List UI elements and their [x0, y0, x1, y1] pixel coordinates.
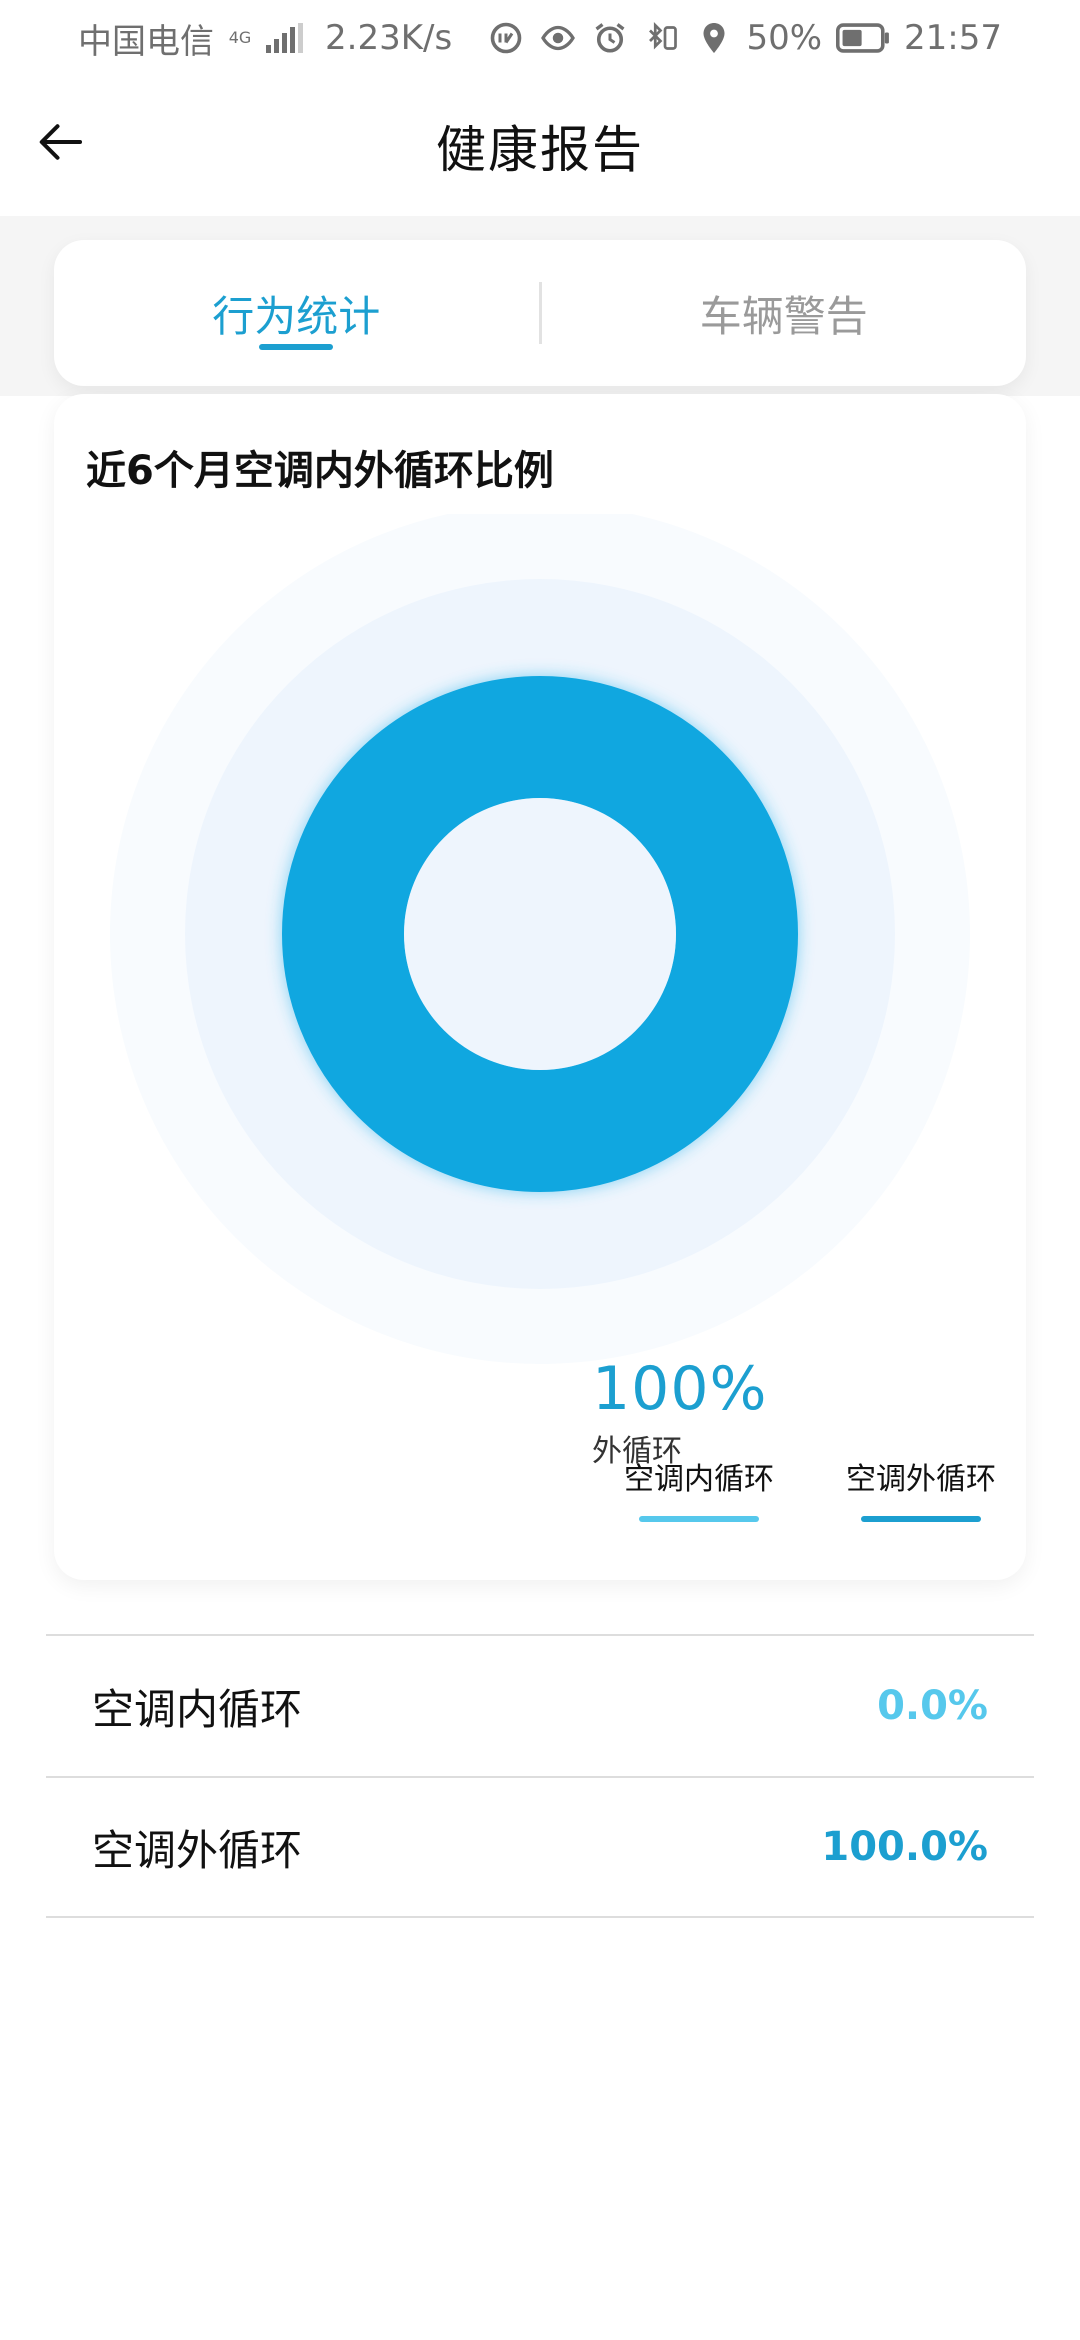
tab-label: 车辆警告: [699, 291, 868, 341]
page-title: 健康报告: [436, 121, 644, 179]
carrier-name: 中国电信: [78, 21, 214, 62]
tab-label: 行为统计: [212, 291, 381, 341]
tabs-card: 行为统计 车辆警告: [54, 240, 1026, 386]
health-report-screen: 中国电信 4G 2.23K/s 50% 21:57 健康报告 行为统计 车辆警告…: [0, 0, 1080, 2340]
donut-hole: [404, 798, 676, 1070]
legend-item-outer: 空调外循环: [846, 1454, 996, 1522]
eye-icon: [538, 18, 578, 58]
legend-label: 空调外循环: [846, 1462, 996, 1497]
tab-active-indicator: [259, 344, 334, 350]
battery-percent: 50%: [746, 18, 823, 58]
chart-card: 近6个月空调内外循环比例 100% 外循环 空调内循环 空调外循环: [54, 394, 1026, 1580]
legend-swatch: [639, 1516, 759, 1522]
donut-slices: [282, 676, 798, 1192]
status-right: 50% 21:57: [486, 18, 1002, 58]
status-left: 中国电信 4G 2.23K/s: [78, 14, 452, 63]
row-value: 0.0%: [877, 1683, 988, 1729]
row-label: 空调内循环: [92, 1684, 303, 1734]
status-bar: 中国电信 4G 2.23K/s 50% 21:57: [0, 0, 1080, 76]
battery-icon: [834, 18, 892, 58]
network-speed: 2.23K/s: [325, 18, 453, 58]
legend-swatch: [861, 1516, 981, 1522]
row-label: 空调外循环: [92, 1825, 303, 1875]
arrow-left-icon: [39, 124, 83, 160]
back-button[interactable]: [30, 110, 94, 174]
bluetooth-vibrate-icon: [642, 18, 682, 58]
legend-item-inner: 空调内循环: [624, 1454, 774, 1522]
location-icon: [694, 18, 734, 58]
alarm-icon: [590, 18, 630, 58]
signal-icon: [266, 23, 303, 53]
row-value: 100.0%: [821, 1824, 988, 1870]
tab-vehicle-warning[interactable]: 车辆警告: [542, 240, 1027, 386]
clock-time: 21:57: [904, 18, 1002, 58]
list-item-inner-circulation: 空调内循环 0.0%: [46, 1634, 1034, 1776]
tab-behavior-stats[interactable]: 行为统计: [54, 240, 539, 386]
legend-label: 空调内循环: [624, 1462, 774, 1497]
list-item-outer-circulation: 空调外循环 100.0%: [46, 1776, 1034, 1918]
ratio-list: 空调内循环 0.0% 空调外循环 100.0%: [46, 1634, 1034, 1918]
nfc-icon: [486, 18, 526, 58]
donut-svg: [110, 514, 970, 1364]
donut-chart: 100% 外循环: [54, 514, 1026, 1469]
chart-legend: 空调内循环 空调外循环: [624, 1454, 996, 1522]
center-percent: 100%: [592, 1354, 768, 1424]
network-type: 4G: [228, 28, 252, 47]
chart-title: 近6个月空调内外循环比例: [86, 448, 554, 494]
title-bar: 健康报告: [0, 76, 1080, 216]
